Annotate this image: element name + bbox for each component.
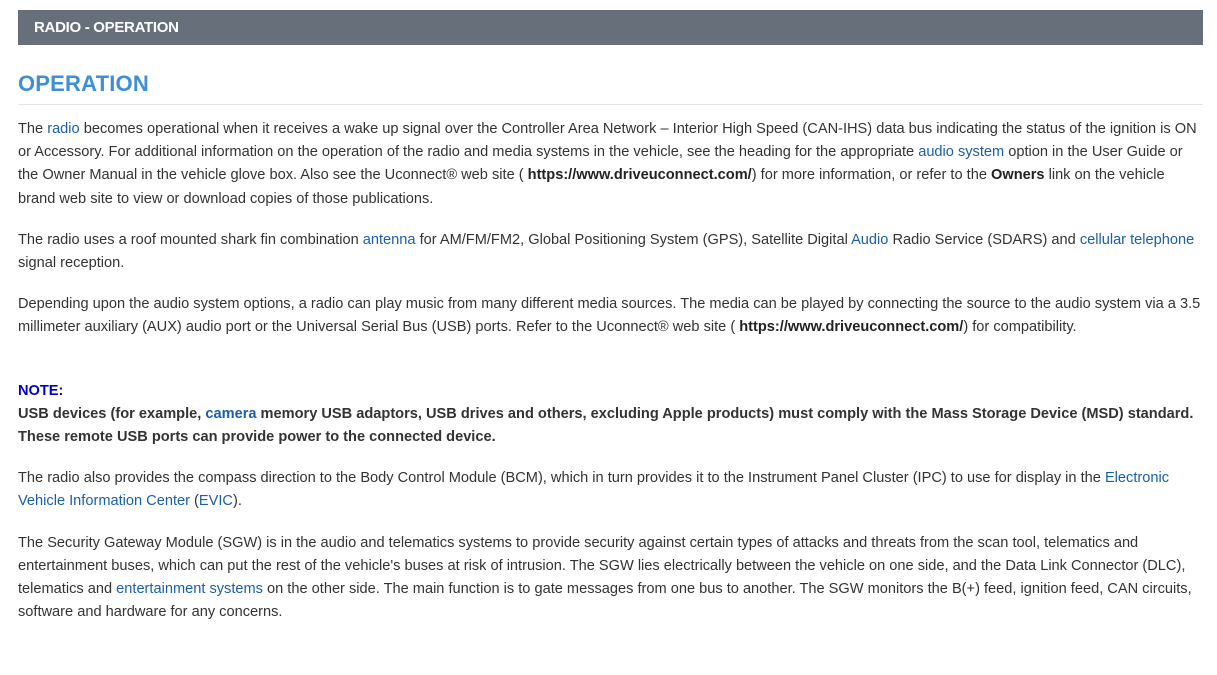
note-block: NOTE: USB devices (for example, camera m… (18, 380, 1203, 450)
text-segment: ) for more information, or refer to the (751, 167, 991, 184)
evic-link[interactable]: EVIC (199, 493, 233, 509)
uconnect-url: https://www.driveuconnect.com/ (739, 319, 964, 336)
text-segment: The (18, 121, 48, 137)
document-page: RADIO - OPERATION OPERATION The radio be… (18, 10, 1203, 624)
section-title: OPERATION (18, 72, 1203, 105)
text-segment: for AM/FM/FM2, Global Positioning System… (415, 231, 852, 248)
entertainment-systems-link[interactable]: entertainment systems (116, 581, 263, 597)
paragraph-security-gateway: The Security Gateway Module (SGW) is in … (18, 532, 1203, 625)
cellular-telephone-link[interactable]: cellular telephone (1080, 232, 1194, 248)
text-segment: USB devices (for example, (18, 405, 206, 422)
uconnect-url: https://www.driveuconnect.com/ (527, 167, 752, 184)
antenna-link[interactable]: antenna (363, 232, 416, 248)
audio-system-link[interactable]: audio system (918, 144, 1004, 160)
page-header-bar: RADIO - OPERATION (18, 10, 1203, 45)
paragraph-wake-up: The radio becomes operational when it re… (18, 118, 1203, 211)
paragraph-antenna: The radio uses a roof mounted shark fin … (18, 229, 1203, 275)
note-label: NOTE: (18, 382, 64, 399)
owners-label: Owners (991, 167, 1045, 184)
audio-link[interactable]: Audio (851, 232, 888, 248)
camera-link[interactable]: camera (205, 406, 256, 422)
text-segment: The radio uses a roof mounted shark fin … (18, 231, 363, 248)
text-segment: signal reception. (18, 255, 125, 272)
text-segment: The radio also provides the compass dire… (18, 470, 1105, 487)
text-segment: ( (189, 493, 199, 510)
header-title: RADIO - OPERATION (34, 19, 179, 36)
note-text: USB devices (for example, camera memory … (18, 403, 1203, 449)
paragraph-media-sources: Depending upon the audio system options,… (18, 293, 1203, 339)
text-segment: ) for compatibility. (963, 319, 1077, 336)
text-segment: Radio Service (SDARS) and (888, 231, 1080, 248)
paragraph-compass: The radio also provides the compass dire… (18, 467, 1203, 513)
radio-link[interactable]: radio (47, 121, 79, 137)
text-segment: ). (232, 493, 242, 510)
